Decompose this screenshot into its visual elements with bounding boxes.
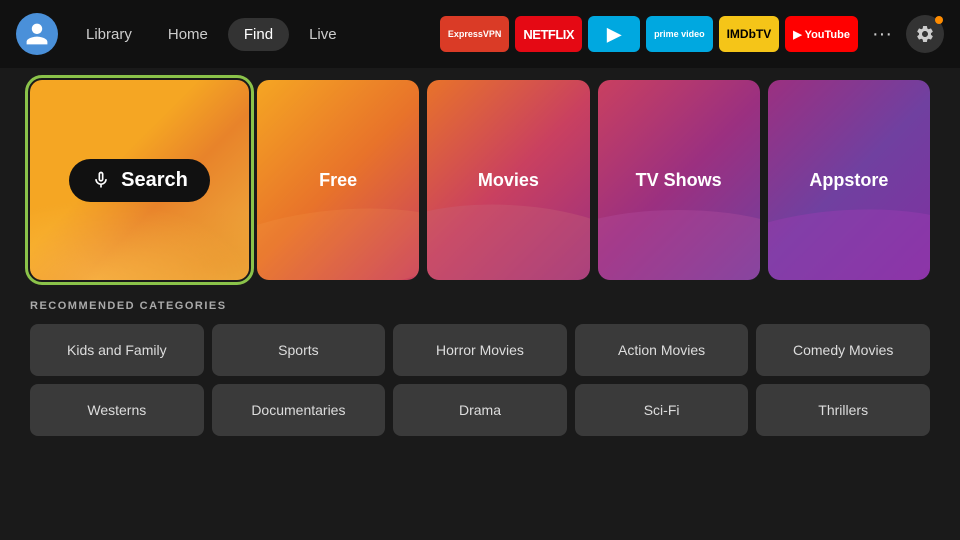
user-icon — [24, 21, 50, 47]
tvshows-label: TV Shows — [636, 170, 722, 191]
netflix-icon[interactable]: NETFLIX — [515, 16, 582, 52]
navbar: Library Home Find Live ExpressVPN NETFLI… — [0, 0, 960, 68]
main-content: Search Free Movies TV Shows Appstore REC… — [0, 68, 960, 448]
category-drama[interactable]: Drama — [393, 384, 567, 436]
app-icons-bar: ExpressVPN NETFLIX ▶ prime video IMDbTV … — [440, 15, 944, 53]
free-wave — [257, 199, 419, 280]
category-documentaries[interactable]: Documentaries — [212, 384, 386, 436]
recommended-section-title: RECOMMENDED CATEGORIES — [30, 300, 930, 312]
imdbtv-icon[interactable]: IMDbTV — [719, 16, 780, 52]
wave-decoration — [30, 200, 249, 280]
gear-icon — [915, 24, 935, 44]
search-label: Search — [121, 169, 188, 192]
nav-live[interactable]: Live — [293, 18, 353, 51]
category-sports[interactable]: Sports — [212, 324, 386, 376]
avatar[interactable] — [16, 13, 58, 55]
feature-tiles: Search Free Movies TV Shows Appstore — [30, 80, 930, 280]
category-thrillers[interactable]: Thrillers — [756, 384, 930, 436]
tvshows-wave — [598, 210, 760, 280]
microphone-icon — [91, 170, 111, 190]
categories-grid: Kids and Family Sports Horror Movies Act… — [30, 324, 930, 436]
category-kids-family[interactable]: Kids and Family — [30, 324, 204, 376]
category-comedy-movies[interactable]: Comedy Movies — [756, 324, 930, 376]
prime-video-icon[interactable]: prime video — [646, 16, 713, 52]
movies-tile[interactable]: Movies — [427, 80, 589, 280]
appstore-label: Appstore — [809, 170, 888, 191]
settings-button[interactable] — [906, 15, 944, 53]
youtube-icon[interactable]: ▶ YouTube — [785, 16, 858, 52]
freevee-icon[interactable]: ▶ — [588, 16, 640, 52]
category-action-movies[interactable]: Action Movies — [575, 324, 749, 376]
movies-label: Movies — [478, 170, 539, 191]
category-westerns[interactable]: Westerns — [30, 384, 204, 436]
free-label: Free — [319, 170, 357, 191]
nav-find[interactable]: Find — [228, 18, 289, 51]
nav-home[interactable]: Home — [152, 18, 224, 51]
search-pill[interactable]: Search — [69, 159, 210, 202]
movies-wave — [427, 198, 589, 280]
search-tile[interactable]: Search — [30, 80, 249, 280]
expressvpn-icon[interactable]: ExpressVPN — [440, 16, 510, 52]
tvshows-tile[interactable]: TV Shows — [598, 80, 760, 280]
category-sci-fi[interactable]: Sci-Fi — [575, 384, 749, 436]
nav-links: Library Home Find Live — [70, 18, 353, 51]
more-apps-button[interactable]: ··· — [864, 16, 900, 52]
nav-library[interactable]: Library — [70, 18, 148, 51]
free-tile[interactable]: Free — [257, 80, 419, 280]
appstore-tile[interactable]: Appstore — [768, 80, 930, 280]
appstore-wave — [768, 203, 930, 280]
category-horror-movies[interactable]: Horror Movies — [393, 324, 567, 376]
